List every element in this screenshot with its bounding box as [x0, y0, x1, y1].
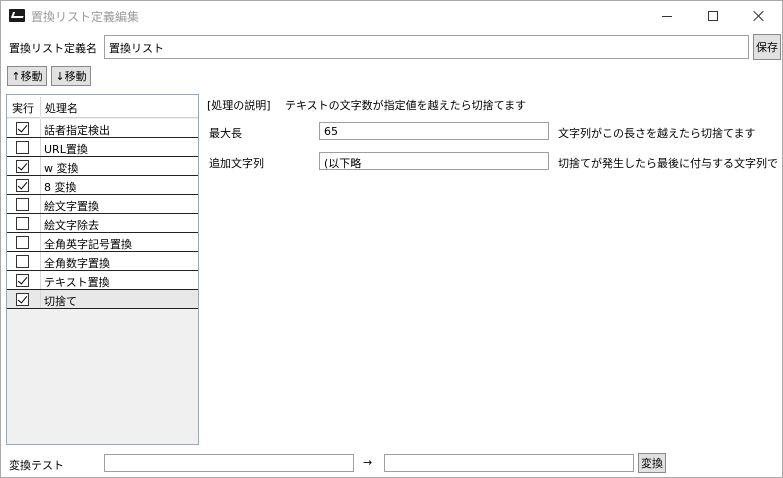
move-up-button[interactable]: ↑移動 [7, 66, 47, 86]
test-output[interactable] [384, 454, 634, 472]
exec-checkbox[interactable] [16, 141, 29, 154]
title-bar: 置換リスト定義編集 [1, 1, 782, 31]
row-divider [40, 195, 41, 213]
list-item[interactable]: 絵文字置換 [7, 195, 198, 214]
maximize-icon [708, 11, 718, 21]
exec-checkbox[interactable] [16, 160, 29, 173]
row-divider [40, 176, 41, 194]
row-divider [40, 252, 41, 270]
close-icon [753, 10, 765, 22]
list-item-label: URL置換 [44, 143, 88, 156]
list-item-label: 絵文字除去 [44, 219, 99, 232]
arrow-icon: → [363, 456, 373, 469]
save-button[interactable]: 保存 [753, 34, 781, 60]
list-item-label: 話者指定検出 [44, 124, 110, 137]
list-item-label: 絵文字置換 [44, 200, 99, 213]
list-item[interactable]: 8 変換 [7, 176, 198, 195]
list-item[interactable]: 全角英字記号置換 [7, 233, 198, 252]
move-down-button[interactable]: ↓移動 [51, 66, 91, 86]
exec-checkbox[interactable] [16, 293, 29, 306]
column-header-name[interactable]: 処理名 [45, 100, 78, 116]
max-length-label: 最大長 [209, 127, 242, 140]
description-tag: [処理の説明] [207, 99, 271, 112]
list-item[interactable]: 全角数字置換 [7, 252, 198, 271]
maximize-button[interactable] [690, 1, 736, 31]
list-name-label: 置換リスト定義名 [9, 42, 97, 55]
column-divider[interactable] [40, 97, 41, 116]
list-item-label: 全角英字記号置換 [44, 238, 132, 251]
list-item[interactable]: テキスト置換 [7, 271, 198, 290]
list-item[interactable]: 絵文字除去 [7, 214, 198, 233]
test-input[interactable] [104, 454, 354, 472]
list-item-label: 切捨て [44, 295, 77, 308]
exec-checkbox[interactable] [16, 236, 29, 249]
append-string-input[interactable]: (以下略 [319, 152, 549, 170]
exec-checkbox[interactable] [16, 122, 29, 135]
append-string-hint: 切捨てが発生したら最後に付与する文字列で [558, 157, 778, 170]
description-text: テキストの文字数が指定値を越えたら切捨てます [285, 99, 527, 112]
minimize-button[interactable] [644, 1, 690, 31]
row-divider [40, 214, 41, 232]
list-item[interactable]: 話者指定検出 [7, 119, 198, 138]
list-name-input[interactable]: 置換リスト [104, 35, 749, 59]
row-divider [40, 290, 41, 308]
list-item[interactable]: 切捨て [7, 290, 198, 309]
process-list[interactable]: 実行 処理名 話者指定検出 URL置換 w 変換 8 変換絵文字置換絵文字除去全角英字… [6, 94, 199, 445]
main-window: 置換リスト定義編集 置換リスト定義名 置換リスト 保存 ↑移動 ↓移動 実行 処… [0, 0, 783, 478]
convert-test-label: 変換テスト [9, 459, 64, 472]
max-length-hint: 文字列がこの長さを越えたら切捨てます [558, 127, 756, 140]
list-item-label: w 変換 [44, 162, 79, 175]
max-length-input[interactable]: 65 [319, 122, 549, 140]
list-item-label: 8 変換 [44, 181, 77, 194]
exec-checkbox[interactable] [16, 274, 29, 287]
list-rows: 話者指定検出 URL置換 w 変換 8 変換絵文字置換絵文字除去全角英字記号置換 全角数… [7, 119, 198, 309]
window-title: 置換リスト定義編集 [31, 10, 140, 24]
column-header-exec[interactable]: 実行 [12, 100, 34, 116]
exec-checkbox[interactable] [16, 217, 29, 230]
list-item[interactable]: w 変換 [7, 157, 198, 176]
exec-checkbox[interactable] [16, 179, 29, 192]
row-divider [40, 233, 41, 251]
exec-checkbox[interactable] [16, 198, 29, 211]
row-divider [40, 157, 41, 175]
list-item[interactable]: URL置換 [7, 138, 198, 157]
list-item-label: テキスト置換 [44, 276, 110, 289]
minimize-icon [662, 15, 672, 17]
close-button[interactable] [736, 1, 782, 31]
list-item-label: 全角数字置換 [44, 257, 110, 270]
exec-checkbox[interactable] [16, 255, 29, 268]
convert-button[interactable]: 変換 [638, 453, 666, 473]
row-divider [40, 119, 41, 137]
list-header: 実行 処理名 [7, 95, 198, 118]
row-divider [40, 138, 41, 156]
row-divider [40, 271, 41, 289]
append-string-label: 追加文字列 [209, 157, 264, 170]
app-icon [9, 9, 25, 22]
